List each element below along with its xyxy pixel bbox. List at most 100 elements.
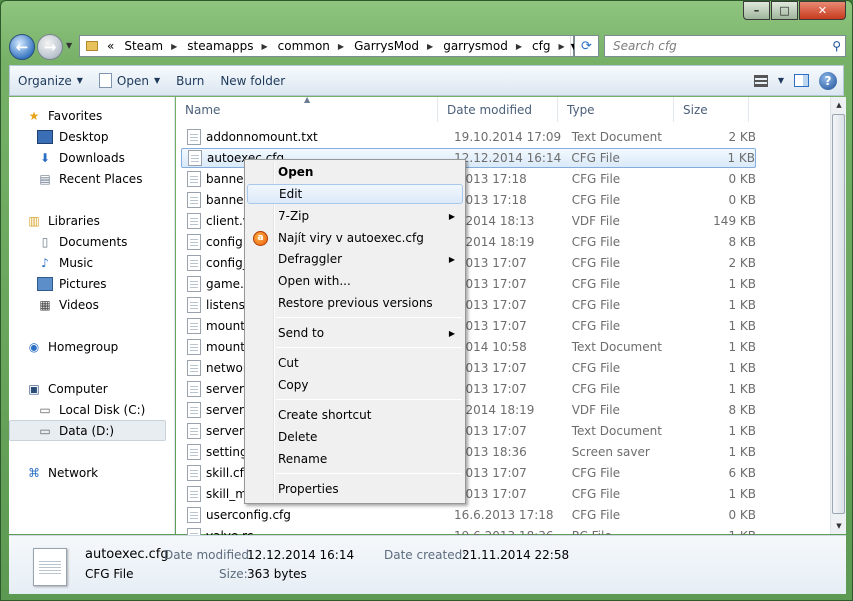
menu-label: Najít viry v autoexec.cfg [278, 231, 424, 245]
menu-rename[interactable]: Rename [247, 449, 463, 469]
file-type: CFG File [571, 466, 621, 480]
file-size: 2 KB [728, 256, 756, 270]
nav-pictures[interactable]: Pictures [37, 274, 167, 294]
details-modified-value: 12.12.2014 16:14 [247, 548, 355, 562]
new-folder-button[interactable]: New folder [212, 66, 293, 95]
chevron-right-icon[interactable]: ▶ [171, 42, 177, 51]
breadcrumb-steam[interactable]: Steam ▶ [119, 39, 182, 53]
chevron-right-icon[interactable]: ▶ [427, 42, 433, 51]
breadcrumb-cfg[interactable]: cfg ▶ [527, 39, 570, 53]
menu-scan-viruses[interactable]: a Najít viry v autoexec.cfg [247, 228, 463, 248]
file-type: CFG File [571, 382, 621, 396]
menu-open[interactable]: Open [247, 162, 463, 182]
menu-send-to[interactable]: Send to ▶ [247, 323, 463, 343]
nav-music[interactable]: ♪ Music [37, 253, 167, 273]
file-date: 19.10.2014 17:09 [454, 130, 562, 144]
nav-local-disk[interactable]: ▭ Local Disk (C:) [37, 400, 167, 420]
minimize-button[interactable]: – [743, 1, 770, 20]
burn-button[interactable]: Burn [168, 66, 212, 95]
nav-label: Libraries [48, 214, 100, 228]
address-bar[interactable]: « Steam ▶ steamapps ▶ common ▶ GarrysMod ▶ g… [79, 35, 577, 57]
file-size: 1 KB [728, 298, 756, 312]
help-icon[interactable]: ? [819, 71, 837, 90]
menu-defraggler[interactable]: Defraggler ▶ [247, 249, 463, 269]
column-type[interactable]: Type [558, 97, 674, 122]
menu-copy[interactable]: Copy [247, 375, 463, 395]
nav-videos[interactable]: ▦ Videos [37, 295, 167, 315]
organize-label: Organize [18, 73, 72, 88]
breadcrumb-overflow[interactable]: « [102, 39, 119, 53]
vertical-scrollbar[interactable]: ▲ ▼ [830, 97, 846, 534]
file-icon [187, 318, 201, 334]
view-dropdown-icon[interactable]: ▼ [778, 76, 784, 85]
menu-create-shortcut[interactable]: Create shortcut [247, 405, 463, 425]
file-size: 1 KB [728, 424, 756, 438]
nav-recent-places[interactable]: ▤ Recent Places [37, 169, 167, 189]
column-size[interactable]: Size [674, 97, 749, 122]
menu-properties[interactable]: Properties [247, 479, 463, 499]
file-row[interactable]: addonnomount.txt 19.10.2014 17:09 Text Doc… [181, 127, 756, 147]
scroll-thumb[interactable] [832, 114, 845, 514]
organize-button[interactable]: Organize ▼ [10, 66, 91, 95]
file-type: CFG File [571, 508, 621, 522]
close-button[interactable]: ✕ [799, 1, 846, 20]
downloads-icon: ⬇ [39, 151, 51, 165]
menu-open-with[interactable]: Open with... [247, 271, 463, 291]
breadcrumb-common[interactable]: common ▶ [273, 39, 349, 53]
menu-delete[interactable]: Delete [247, 427, 463, 447]
menu-label: 7-Zip [278, 209, 310, 223]
menu-restore-previous[interactable]: Restore previous versions [247, 293, 463, 313]
column-date-modified[interactable]: Date modified [438, 97, 558, 122]
menu-7zip[interactable]: 7-Zip ▶ [247, 206, 463, 226]
menu-separator [276, 473, 462, 474]
scroll-up-icon[interactable]: ▲ [831, 97, 847, 113]
menu-edit[interactable]: Edit [247, 184, 463, 204]
file-icon [187, 297, 201, 313]
file-row[interactable]: userconfig.cfg 16.6.2013 17:18 CFG File 0 K… [181, 505, 756, 525]
preview-pane-icon[interactable] [794, 74, 809, 87]
chevron-right-icon[interactable]: ▶ [516, 42, 522, 51]
file-size: 149 KB [713, 214, 756, 228]
file-type: CFG File [571, 361, 621, 375]
file-icon [187, 213, 201, 229]
nav-desktop[interactable]: Desktop [37, 127, 167, 147]
menu-cut[interactable]: Cut [247, 353, 463, 373]
explorer-window: – □ ✕ ← → ▼ « Steam ▶ steamapps ▶ common ▶ … [0, 0, 853, 601]
menu-label: Defraggler [278, 252, 343, 266]
nav-network[interactable]: ⌘ Network [26, 463, 166, 483]
forward-button[interactable]: → [37, 34, 63, 60]
change-view-icon[interactable] [753, 74, 768, 87]
file-date: .2013 17:18 [454, 193, 527, 207]
nav-downloads[interactable]: ⬇ Downloads [37, 148, 167, 168]
file-date: 2.2014 18:19 [454, 235, 535, 249]
chevron-right-icon[interactable]: ▶ [558, 42, 564, 51]
submenu-arrow-icon: ▶ [448, 328, 455, 338]
maximize-button[interactable]: □ [771, 1, 798, 20]
breadcrumb-garrysmod[interactable]: garrysmod ▶ [438, 39, 527, 53]
nav-favorites[interactable]: ★ Favorites [26, 106, 166, 126]
breadcrumb-steamapps[interactable]: steamapps ▶ [182, 39, 272, 53]
chevron-right-icon[interactable]: ▶ [338, 42, 344, 51]
chevron-right-icon[interactable]: ▶ [261, 42, 267, 51]
chevron-down-icon: ▼ [153, 76, 161, 85]
file-date: .2014 10:58 [454, 340, 527, 354]
scroll-down-icon[interactable]: ▼ [831, 518, 847, 534]
history-dropdown-icon[interactable]: ▼ [66, 41, 72, 50]
refresh-button[interactable]: ⟳ [574, 35, 599, 57]
nav-libraries[interactable]: ▥ Libraries [26, 211, 166, 231]
breadcrumb-label: Steam [124, 39, 164, 53]
nav-data-disk[interactable]: ▭ Data (D:) [9, 420, 166, 441]
breadcrumb-garrysmod-root[interactable]: GarrysMod ▶ [349, 39, 438, 53]
breadcrumb-label: steamapps [187, 39, 254, 53]
search-icon[interactable]: ⚲ [832, 39, 841, 53]
nav-homegroup[interactable]: ◉ Homegroup [26, 337, 166, 357]
file-size: 1 KB [728, 487, 756, 501]
file-type: CFG File [571, 487, 621, 501]
file-name: userconfig.cfg [206, 508, 291, 522]
nav-computer[interactable]: ▣ Computer [26, 379, 166, 399]
search-input[interactable]: Search cfg ⚲ [604, 35, 846, 57]
nav-documents[interactable]: ▯ Documents [37, 232, 167, 252]
details-pane: autoexec.cfg CFG File Date modified: 12.… [9, 535, 846, 594]
back-button[interactable]: ← [9, 34, 35, 60]
open-button[interactable]: Open ▼ [91, 66, 168, 95]
